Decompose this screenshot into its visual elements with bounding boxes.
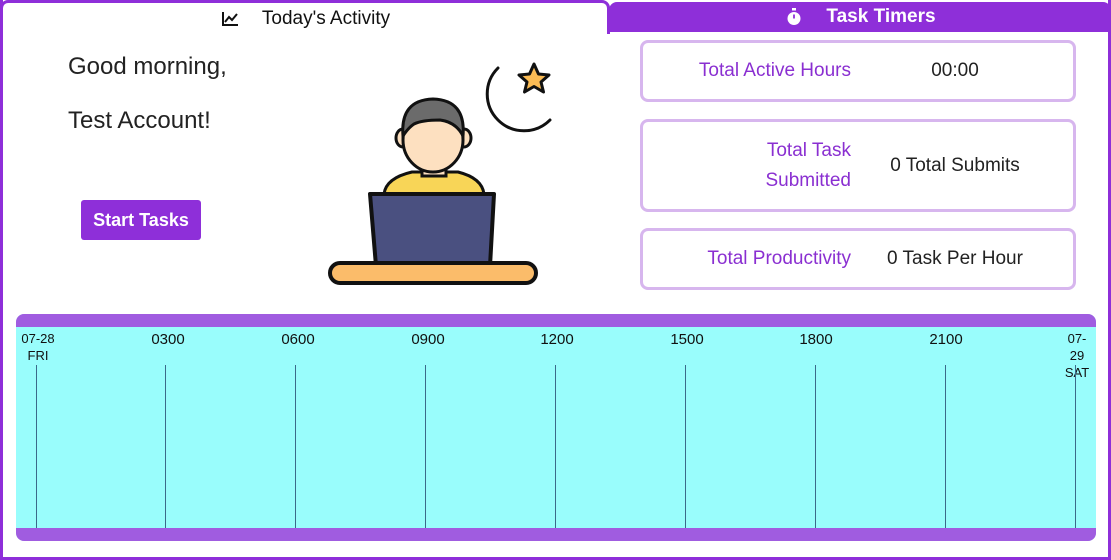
- timeline-hour-label: 1500: [670, 331, 704, 348]
- tab-todays-activity-label: Today's Activity: [261, 7, 391, 29]
- timeline-hour-label: 2100: [929, 331, 963, 348]
- line-chart-icon: [220, 9, 240, 29]
- timeline-start-day: FRI: [27, 348, 49, 363]
- timeline-gridline: [555, 365, 556, 528]
- timeline-gridline: [295, 365, 296, 528]
- timeline-bottom-bar: [16, 528, 1096, 541]
- timeline-gridline: [36, 365, 37, 528]
- stat-card-productivity: Total Productivity 0 Task Per Hour: [640, 228, 1076, 290]
- star-icon: [517, 62, 551, 94]
- timeline-gridline: [165, 365, 166, 528]
- stat-card-active-hours: Total Active Hours 00:00: [640, 40, 1076, 102]
- stat-label: Total Task Submitted: [765, 139, 851, 191]
- person-laptop-illustration: [328, 62, 552, 285]
- greeting-user-name: Test Account!: [68, 107, 211, 134]
- tab-task-timers[interactable]: Task Timers: [609, 2, 1111, 32]
- timeline-end-day: SAT: [1064, 365, 1090, 380]
- timeline-gridline: [945, 365, 946, 528]
- timeline-start-label: 07-28 FRI: [21, 330, 54, 364]
- stat-value: 0 Total Submits: [890, 154, 1020, 176]
- stat-label: Total Productivity: [707, 248, 851, 269]
- timeline-start-date: 07-28: [21, 331, 55, 346]
- activity-timeline: 07-28 FRI 07-29 SAT 0300 0600 0900 1200 …: [16, 314, 1096, 541]
- timeline-hour-label: 1200: [540, 331, 574, 348]
- timeline-top-bar: [16, 314, 1096, 327]
- timeline-end-date: 07-29: [1067, 331, 1087, 363]
- tab-todays-activity[interactable]: Today's Activity: [0, 0, 610, 34]
- timeline-hour-label: 1800: [799, 331, 833, 348]
- timeline-hour-label: 0600: [281, 331, 315, 348]
- stat-value: 0 Task Per Hour: [887, 248, 1023, 269]
- timeline-gridline: [685, 365, 686, 528]
- timeline-hour-label: 0300: [151, 331, 185, 348]
- stopwatch-icon: [784, 7, 804, 27]
- timeline-gridline: [815, 365, 816, 528]
- timeline-hour-label: 0900: [411, 331, 445, 348]
- greeting-line: Good morning,: [68, 53, 227, 80]
- tab-task-timers-label: Task Timers: [826, 6, 936, 27]
- stat-value: 00:00: [931, 60, 979, 81]
- timeline-gridline: [425, 365, 426, 528]
- timeline-gridline: [1075, 365, 1076, 528]
- stat-card-tasks-submitted: Total Task Submitted 0 Total Submits: [640, 119, 1076, 212]
- timeline-end-label: 07-29 SAT: [1065, 330, 1089, 381]
- start-tasks-button[interactable]: Start Tasks: [81, 200, 201, 240]
- stat-label: Total Active Hours: [698, 60, 851, 81]
